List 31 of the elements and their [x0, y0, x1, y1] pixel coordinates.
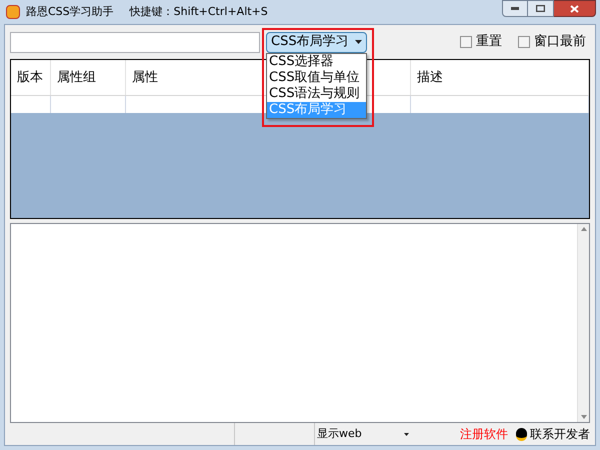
- scroll-up-icon[interactable]: [580, 227, 586, 231]
- dropdown-option[interactable]: CSS选择器: [267, 54, 366, 70]
- scroll-down-icon[interactable]: [580, 415, 586, 419]
- dropdown-option[interactable]: CSS取值与单位: [267, 70, 366, 86]
- close-button[interactable]: [554, 0, 596, 17]
- display-dropdown[interactable]: 显示web: [317, 426, 409, 442]
- app-icon: [6, 5, 20, 19]
- minimize-icon: [511, 7, 519, 10]
- maximize-icon: [536, 5, 545, 12]
- minimize-button[interactable]: [502, 0, 528, 17]
- checkbox-option[interactable]: 窗口最前: [518, 32, 586, 52]
- window-title: 路恩CSS学习助手: [26, 4, 114, 20]
- scrollbar[interactable]: [577, 224, 589, 422]
- checkbox[interactable]: [460, 36, 472, 48]
- checkbox-option[interactable]: 重置: [460, 32, 502, 52]
- caret-icon: [404, 432, 409, 436]
- column-header[interactable]: 描述: [417, 68, 443, 88]
- shortcut-hint: 快捷键：Shift+Ctrl+Alt+S: [130, 4, 268, 20]
- penguin-icon: [516, 428, 527, 440]
- category-dropdown[interactable]: CSS布局学习: [266, 32, 367, 52]
- caret-icon: [355, 40, 362, 44]
- register-link[interactable]: 注册软件: [460, 425, 508, 443]
- close-icon: [570, 4, 579, 12]
- contact-link[interactable]: 联系开发者: [530, 425, 590, 443]
- column-header[interactable]: 版本: [17, 68, 43, 88]
- column-header[interactable]: 属性组: [57, 68, 96, 88]
- column-header[interactable]: 属性: [132, 68, 158, 88]
- checkbox[interactable]: [518, 36, 530, 48]
- maximize-button[interactable]: [528, 0, 554, 17]
- search-field[interactable]: [10, 32, 260, 52]
- dropdown-option[interactable]: CSS语法与规则: [267, 86, 366, 102]
